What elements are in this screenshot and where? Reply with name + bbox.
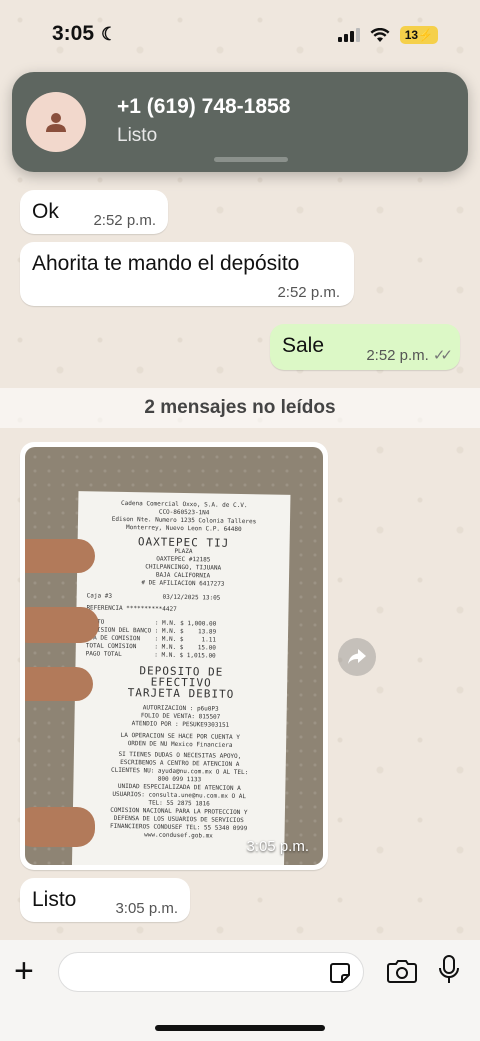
moon-icon: ☾	[96, 24, 118, 44]
notification-grabber[interactable]	[214, 157, 288, 162]
status-icons: 13⚡	[337, 26, 438, 44]
finger	[25, 539, 95, 573]
finger	[25, 667, 93, 701]
message-bubble-incoming[interactable]: Ok 2:52 p.m.	[20, 190, 168, 234]
status-time: 3:05 ☾	[52, 22, 118, 45]
finger	[25, 607, 99, 643]
unread-messages-divider: 2 mensajes no leídos	[0, 388, 480, 428]
camera-icon[interactable]	[387, 958, 417, 984]
person-icon	[26, 92, 86, 152]
microphone-icon[interactable]	[438, 954, 460, 986]
read-ticks-icon: ✓✓	[432, 347, 453, 364]
message-text: Listo	[32, 888, 77, 911]
receipt-photo[interactable]: Cadena Comercial Oxxo, S.A. de C.V. CCO-…	[25, 447, 323, 865]
forward-icon	[348, 649, 366, 664]
message-text: Sale	[282, 334, 325, 357]
message-bubble-incoming[interactable]: Ahorita te mando el depósito 2:52 p.m.	[20, 242, 354, 306]
photo-message-bubble[interactable]: Cadena Comercial Oxxo, S.A. de C.V. CCO-…	[20, 442, 328, 870]
oxxo-receipt: Cadena Comercial Oxxo, S.A. de C.V. CCO-…	[71, 491, 291, 865]
home-indicator[interactable]	[155, 1025, 325, 1031]
battery-indicator: 13⚡	[399, 26, 438, 44]
incoming-notification-banner[interactable]: +1 (619) 748-1858 Listo	[12, 72, 468, 172]
wifi-icon	[370, 27, 390, 42]
message-time: 3:05 p.m.	[115, 900, 178, 917]
cellular-signal-icon	[337, 28, 360, 42]
message-input[interactable]	[58, 952, 364, 992]
message-text: Ahorita te mando el depósito	[32, 252, 300, 275]
message-time-status: 2:52 p.m. ✓✓	[366, 347, 453, 364]
notification-message: Listo	[117, 125, 158, 146]
sticker-icon[interactable]	[329, 962, 351, 984]
notification-contact: +1 (619) 748-1858	[117, 95, 291, 118]
plus-icon[interactable]: +	[14, 954, 34, 988]
message-bubble-outgoing[interactable]: Sale 2:52 p.m. ✓✓	[270, 324, 460, 370]
status-bar: 3:05 ☾ 13⚡	[0, 0, 480, 70]
forward-button[interactable]	[338, 638, 376, 676]
charging-icon: ⚡	[418, 28, 433, 42]
message-bubble-incoming[interactable]: Listo 3:05 p.m.	[20, 878, 190, 922]
message-text: Ok	[32, 200, 59, 223]
finger	[25, 807, 95, 847]
message-time: 2:52 p.m.	[277, 284, 340, 301]
photo-time: 3:05 p.m.	[246, 838, 309, 855]
message-time: 2:52 p.m.	[93, 212, 156, 229]
